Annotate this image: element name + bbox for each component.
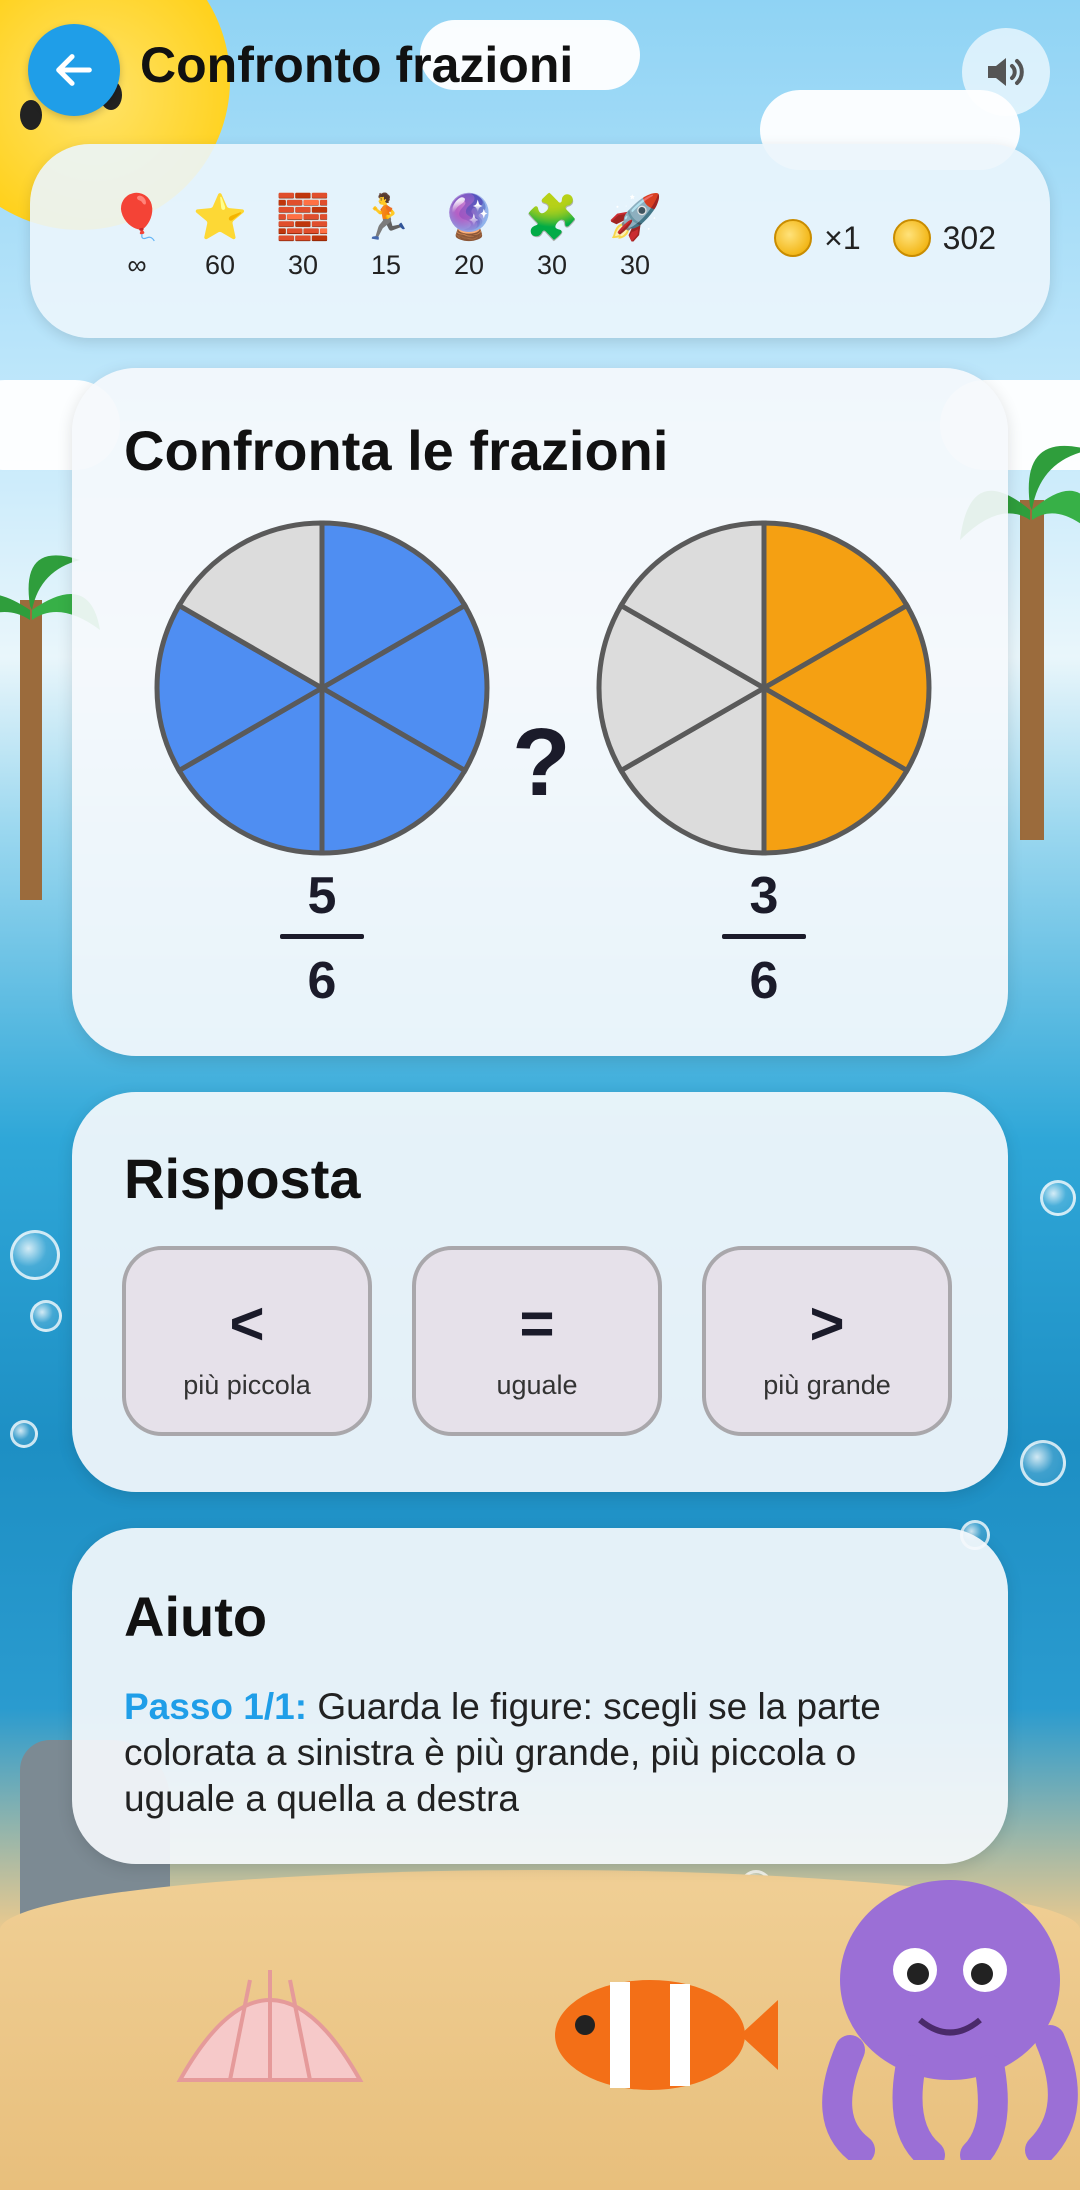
- stat-balloon: 🎈 ∞: [102, 192, 172, 281]
- question-mark: ?: [512, 709, 571, 816]
- compare-heading: Confronta le frazioni: [124, 419, 669, 482]
- shell-illustration: [176, 1970, 364, 2082]
- back-button[interactable]: [28, 24, 120, 116]
- numerator-left: 5: [307, 867, 337, 925]
- octopus-illustration: [822, 1880, 1078, 2160]
- greater-than-label: più grande: [763, 1370, 891, 1400]
- balloon-icon: 🎈: [109, 193, 165, 242]
- stat-crystal-ball: 🔮 20: [434, 192, 504, 281]
- stat-puzzle: 🧩 30: [517, 192, 587, 281]
- help-heading: Aiuto: [124, 1585, 268, 1648]
- stat-value: 60: [204, 250, 236, 280]
- denominator-right: 6: [749, 952, 779, 1010]
- numerator-right: 3: [749, 867, 779, 925]
- coin-icon: [892, 219, 931, 257]
- equal-symbol: =: [519, 1290, 555, 1357]
- coin-total: 302: [942, 219, 996, 256]
- fraction-pie-right: [596, 520, 932, 856]
- stat-value: 30: [287, 250, 319, 280]
- clownfish-illustration: [555, 1980, 778, 2090]
- stats-bar: 🎈 ∞ ⭐ 60 🧱 30 🏃 15 🔮 20 🧩 30 🚀 30 ×1 302: [30, 144, 1050, 338]
- rocket-icon: 🚀: [607, 193, 663, 242]
- greater-than-symbol: >: [809, 1290, 845, 1357]
- fraction-right: 3 6: [694, 866, 834, 1011]
- stat-value: 30: [536, 250, 568, 280]
- page-title: Confronto frazioni: [140, 37, 574, 93]
- answer-card: Risposta < più piccola = uguale > più gr…: [72, 1092, 1008, 1492]
- stat-brick: 🧱 30: [268, 192, 338, 281]
- equal-button[interactable]: = uguale: [412, 1246, 662, 1436]
- puzzle-icon: 🧩: [524, 193, 580, 242]
- stat-value: ∞: [127, 250, 147, 280]
- stat-value: 20: [453, 250, 485, 280]
- crystal-ball-icon: 🔮: [441, 193, 497, 242]
- less-than-button[interactable]: < più piccola: [122, 1246, 372, 1436]
- runner-icon: 🏃: [358, 193, 414, 242]
- coin-counters: ×1 302: [774, 219, 996, 257]
- fraction-pie-left: [154, 520, 490, 856]
- brick-icon: 🧱: [275, 193, 331, 242]
- help-step: Passo 1/1:: [124, 1686, 308, 1727]
- greater-than-button[interactable]: > più grande: [702, 1246, 952, 1436]
- help-text: Passo 1/1: Guarda le figure: scegli se l…: [124, 1684, 964, 1822]
- stat-value: 30: [619, 250, 651, 280]
- stat-runner: 🏃 15: [351, 192, 421, 281]
- less-than-label: più piccola: [183, 1370, 311, 1400]
- coin-icon: [774, 219, 813, 257]
- less-than-symbol: <: [229, 1290, 265, 1357]
- stat-star: ⭐ 60: [185, 192, 255, 281]
- stat-value: 15: [370, 250, 402, 280]
- fraction-bar: [722, 934, 806, 939]
- arrow-left-icon: [56, 54, 92, 86]
- denominator-left: 6: [307, 952, 337, 1010]
- answer-heading: Risposta: [124, 1147, 361, 1210]
- stat-rocket: 🚀 30: [600, 192, 670, 281]
- help-card: Aiuto Passo 1/1: Guarda le figure: scegl…: [72, 1528, 1008, 1864]
- coin-multiplier: ×1: [824, 219, 861, 256]
- star-icon: ⭐: [192, 193, 248, 242]
- fraction-bar: [280, 934, 364, 939]
- fraction-left: 5 6: [252, 866, 392, 1011]
- equal-label: uguale: [496, 1370, 578, 1400]
- sound-button[interactable]: [962, 28, 1050, 116]
- sand-floor: [0, 1870, 1080, 2190]
- compare-card: Confronta le frazioni ? 5 6 3 6: [72, 368, 1008, 1056]
- speaker-icon: [988, 58, 1024, 86]
